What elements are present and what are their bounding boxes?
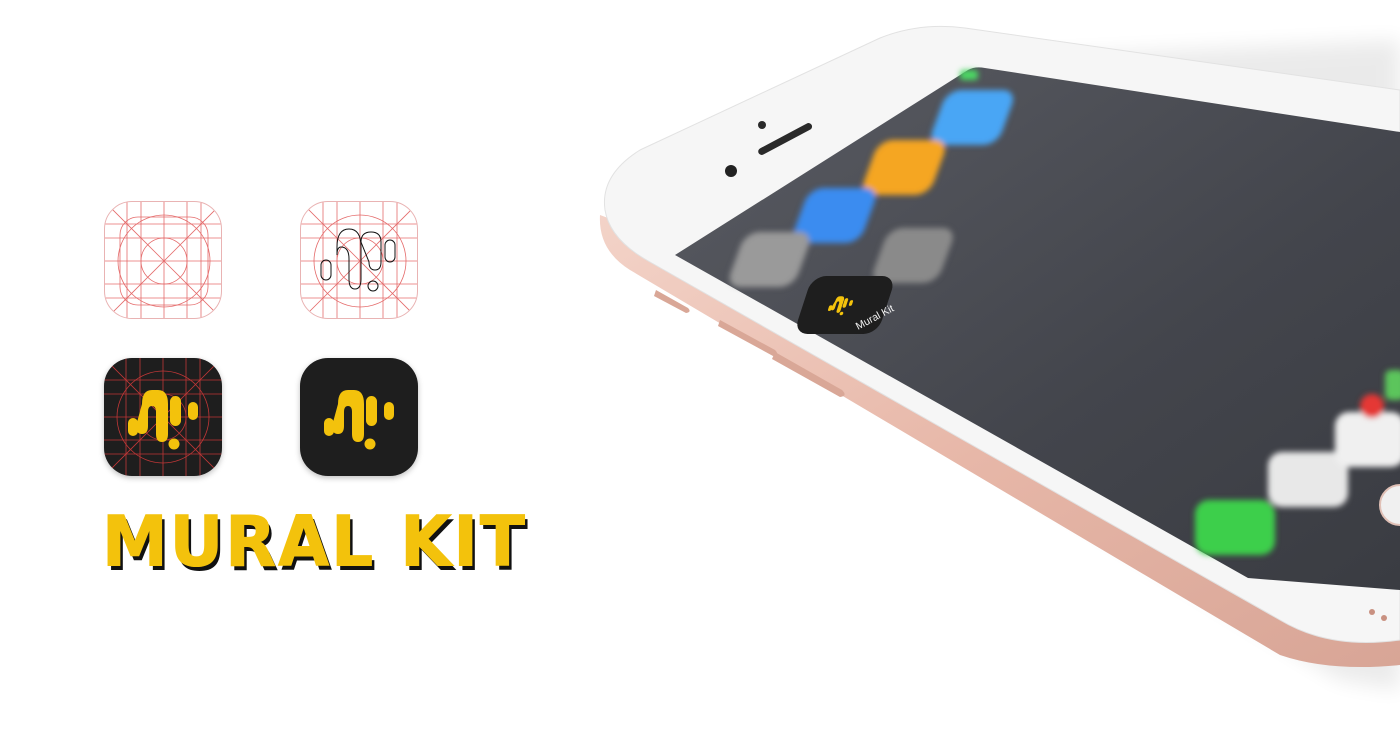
sensor-dot bbox=[758, 121, 766, 129]
front-camera bbox=[725, 165, 737, 177]
phone-mockup: Mural Kit bbox=[0, 0, 1400, 736]
phone-illustration: Mural Kit bbox=[599, 25, 1400, 690]
